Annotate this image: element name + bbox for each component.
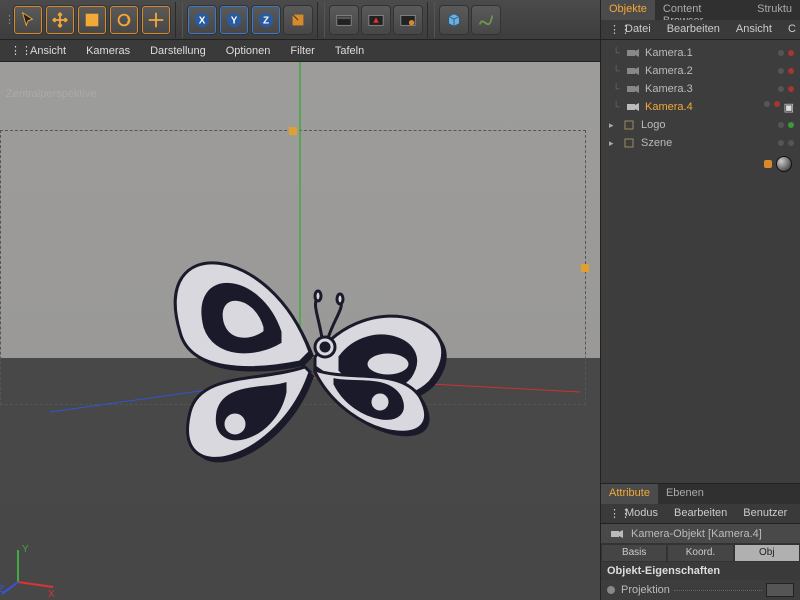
attr-menu-bearbeiten[interactable]: Bearbeiten — [666, 504, 735, 523]
right-panel: Objekte Content Browser Struktu ⋮⋮ Datei… — [600, 0, 800, 600]
viewport-menu-ansicht[interactable]: Ansicht — [20, 45, 76, 57]
coord-system[interactable] — [283, 5, 313, 35]
viewport-menu-grip[interactable]: ⋮⋮ — [0, 44, 20, 57]
material-tag-row — [603, 152, 798, 176]
panel-menu-grip[interactable]: ⋮⋮ — [601, 20, 617, 39]
subtab-objekt[interactable]: Obj — [734, 544, 800, 562]
render-picture[interactable] — [361, 5, 391, 35]
camera-icon — [626, 66, 640, 76]
gizmo-x-label: X — [48, 589, 55, 600]
object-manager-menu: ⋮⋮ Datei Bearbeiten Ansicht C — [601, 20, 800, 40]
tab-struktur[interactable]: Struktu — [749, 0, 800, 20]
tree-row-kamera3[interactable]: └ Kamera.3 — [603, 80, 798, 98]
gizmo-y-label: Y — [22, 544, 29, 555]
frame-handle-right[interactable] — [581, 264, 589, 272]
attr-menu-modus[interactable]: Modus — [617, 504, 666, 523]
viewport-menubar: ⋮⋮ Ansicht Kameras Darstellung Optionen … — [0, 40, 600, 62]
svg-text:Z: Z — [263, 15, 269, 26]
panel-menu-datei[interactable]: Datei — [617, 20, 659, 39]
attr-menu-benutzer[interactable]: Benutzer — [735, 504, 795, 523]
active-camera-icon[interactable]: ▣ — [784, 101, 794, 114]
attribute-manager: Attribute Ebenen ⋮⋮ Modus Bearbeiten Ben… — [601, 483, 800, 600]
object-manager-tabs: Objekte Content Browser Struktu — [601, 0, 800, 20]
viewport-menu-kameras[interactable]: Kameras — [76, 45, 140, 57]
viewport-menu-filter[interactable]: Filter — [280, 45, 324, 57]
panel-menu-more[interactable]: C — [780, 20, 800, 39]
scene-object-logo[interactable] — [150, 212, 470, 512]
render-settings[interactable] — [393, 5, 423, 35]
prop-projektion: Projektion — [601, 580, 800, 600]
tab-content-browser[interactable]: Content Browser — [655, 0, 749, 20]
camera-icon — [610, 529, 624, 539]
viewport-wrapper: ⋮⋮ Ansicht Kameras Darstellung Optionen … — [0, 40, 600, 600]
select-tool[interactable] — [13, 5, 43, 35]
add-spline[interactable] — [471, 5, 501, 35]
camera-icon — [626, 84, 640, 94]
expand-icon[interactable]: ▸ — [609, 120, 619, 131]
tree-row-kamera1[interactable]: └ Kamera.1 — [603, 44, 798, 62]
panel-menu-ansicht[interactable]: Ansicht — [728, 20, 780, 39]
gizmo-z-label: Z — [0, 584, 4, 595]
viewport-camera-label: Zentralperspektive — [6, 88, 97, 100]
camera-icon — [626, 102, 640, 112]
panel-menu-bearbeiten[interactable]: Bearbeiten — [659, 20, 728, 39]
viewport-menu-tafeln[interactable]: Tafeln — [325, 45, 374, 57]
frame-handle-top[interactable] — [289, 127, 297, 135]
tree-row-kamera4[interactable]: └ Kamera.4 ▣ — [603, 98, 798, 116]
add-primitive[interactable] — [439, 5, 469, 35]
null-icon — [622, 138, 636, 148]
null-icon — [622, 120, 636, 130]
axis-y-lock[interactable]: Y — [219, 5, 249, 35]
tree-row-kamera2[interactable]: └ Kamera.2 — [603, 62, 798, 80]
scale-tool[interactable] — [77, 5, 107, 35]
projektion-dropdown[interactable] — [766, 583, 794, 597]
svg-text:Y: Y — [231, 15, 238, 26]
viewport-3d[interactable]: Zentralperspektive — [0, 62, 600, 600]
last-tool[interactable] — [141, 5, 171, 35]
toolbar-grip[interactable]: ⋮⋮ — [4, 13, 12, 26]
enable-toggle[interactable] — [788, 122, 794, 128]
move-tool[interactable] — [45, 5, 75, 35]
viewport-menu-optionen[interactable]: Optionen — [216, 45, 281, 57]
rotate-tool[interactable] — [109, 5, 139, 35]
object-tree: └ Kamera.1 └ Kamera.2 └ Kamera.3 └ Kamer… — [601, 40, 800, 184]
camera-icon — [626, 48, 640, 58]
keyframe-icon[interactable] — [764, 160, 772, 168]
attr-section-head: Objekt-Eigenschaften — [601, 562, 800, 580]
keyframe-bullet[interactable] — [607, 586, 615, 594]
tree-row-logo[interactable]: ▸ Logo — [603, 116, 798, 134]
attribute-subtabs: Basis Koord. Obj — [601, 544, 800, 562]
tab-ebenen[interactable]: Ebenen — [658, 484, 712, 504]
axis-x-lock[interactable]: X — [187, 5, 217, 35]
expand-icon[interactable]: ▸ — [609, 138, 619, 149]
subtab-koord[interactable]: Koord. — [667, 544, 733, 562]
attr-menu-grip[interactable]: ⋮⋮ — [601, 504, 617, 523]
tab-objekte[interactable]: Objekte — [601, 0, 655, 20]
tab-attribute[interactable]: Attribute — [601, 484, 658, 504]
viewport-menu-darstellung[interactable]: Darstellung — [140, 45, 216, 57]
render-view[interactable] — [329, 5, 359, 35]
tree-row-szene[interactable]: ▸ Szene — [603, 134, 798, 152]
axis-gizmo[interactable]: Y X Z — [8, 542, 58, 592]
subtab-basis[interactable]: Basis — [601, 544, 667, 562]
axis-z-lock[interactable]: Z — [251, 5, 281, 35]
svg-text:X: X — [199, 15, 206, 26]
material-tag[interactable] — [776, 156, 792, 172]
attribute-object-title: Kamera-Objekt [Kamera.4] — [601, 524, 800, 544]
